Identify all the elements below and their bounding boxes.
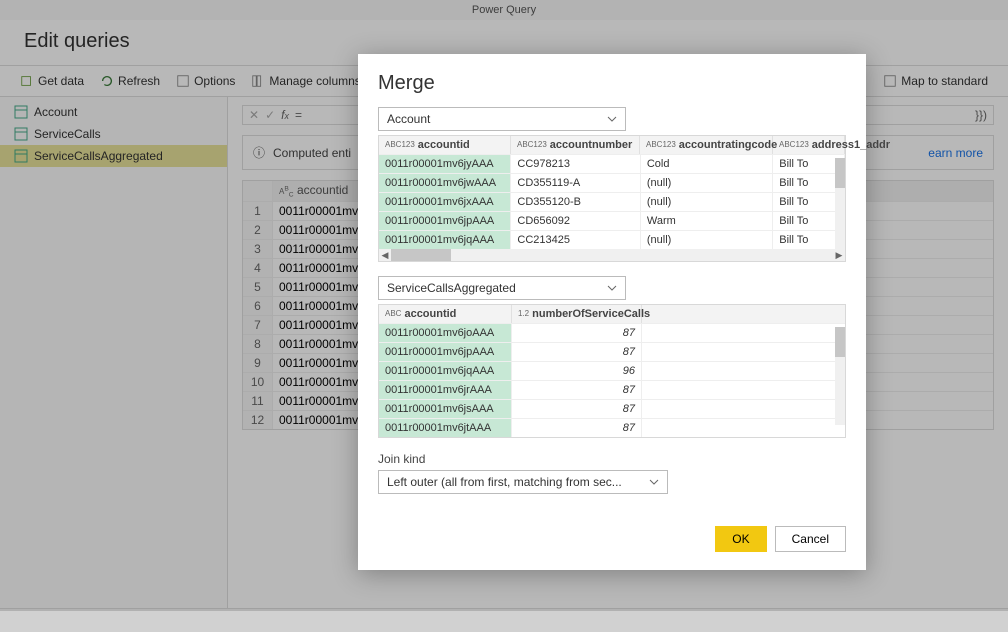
table2-select[interactable]: ServiceCallsAggregated <box>378 276 626 300</box>
chevron-down-icon <box>607 283 617 293</box>
vertical-scrollbar[interactable] <box>835 158 845 249</box>
join-kind-select[interactable]: Left outer (all from first, matching fro… <box>378 470 668 494</box>
ok-button[interactable]: OK <box>715 526 766 552</box>
merge-dialog: Merge Account ABC123 accountidABC123 acc… <box>358 54 866 570</box>
horizontal-scrollbar[interactable]: ◀▶ <box>379 249 845 261</box>
vertical-scrollbar[interactable] <box>835 327 845 425</box>
footer <box>0 608 1008 632</box>
dialog-title: Merge <box>378 72 846 95</box>
chevron-down-icon <box>649 477 659 487</box>
table2-select-value: ServiceCallsAggregated <box>387 281 516 295</box>
cancel-button[interactable]: Cancel <box>775 526 846 552</box>
chevron-down-icon <box>607 114 617 124</box>
table1-select-value: Account <box>387 112 430 126</box>
table1-preview[interactable]: ABC123 accountidABC123 accountnumberABC1… <box>378 135 846 262</box>
table1-select[interactable]: Account <box>378 107 626 131</box>
table2-preview[interactable]: ABC accountid1.2 numberOfServiceCalls001… <box>378 304 846 438</box>
join-kind-value: Left outer (all from first, matching fro… <box>387 475 622 489</box>
join-kind-label: Join kind <box>378 452 846 466</box>
